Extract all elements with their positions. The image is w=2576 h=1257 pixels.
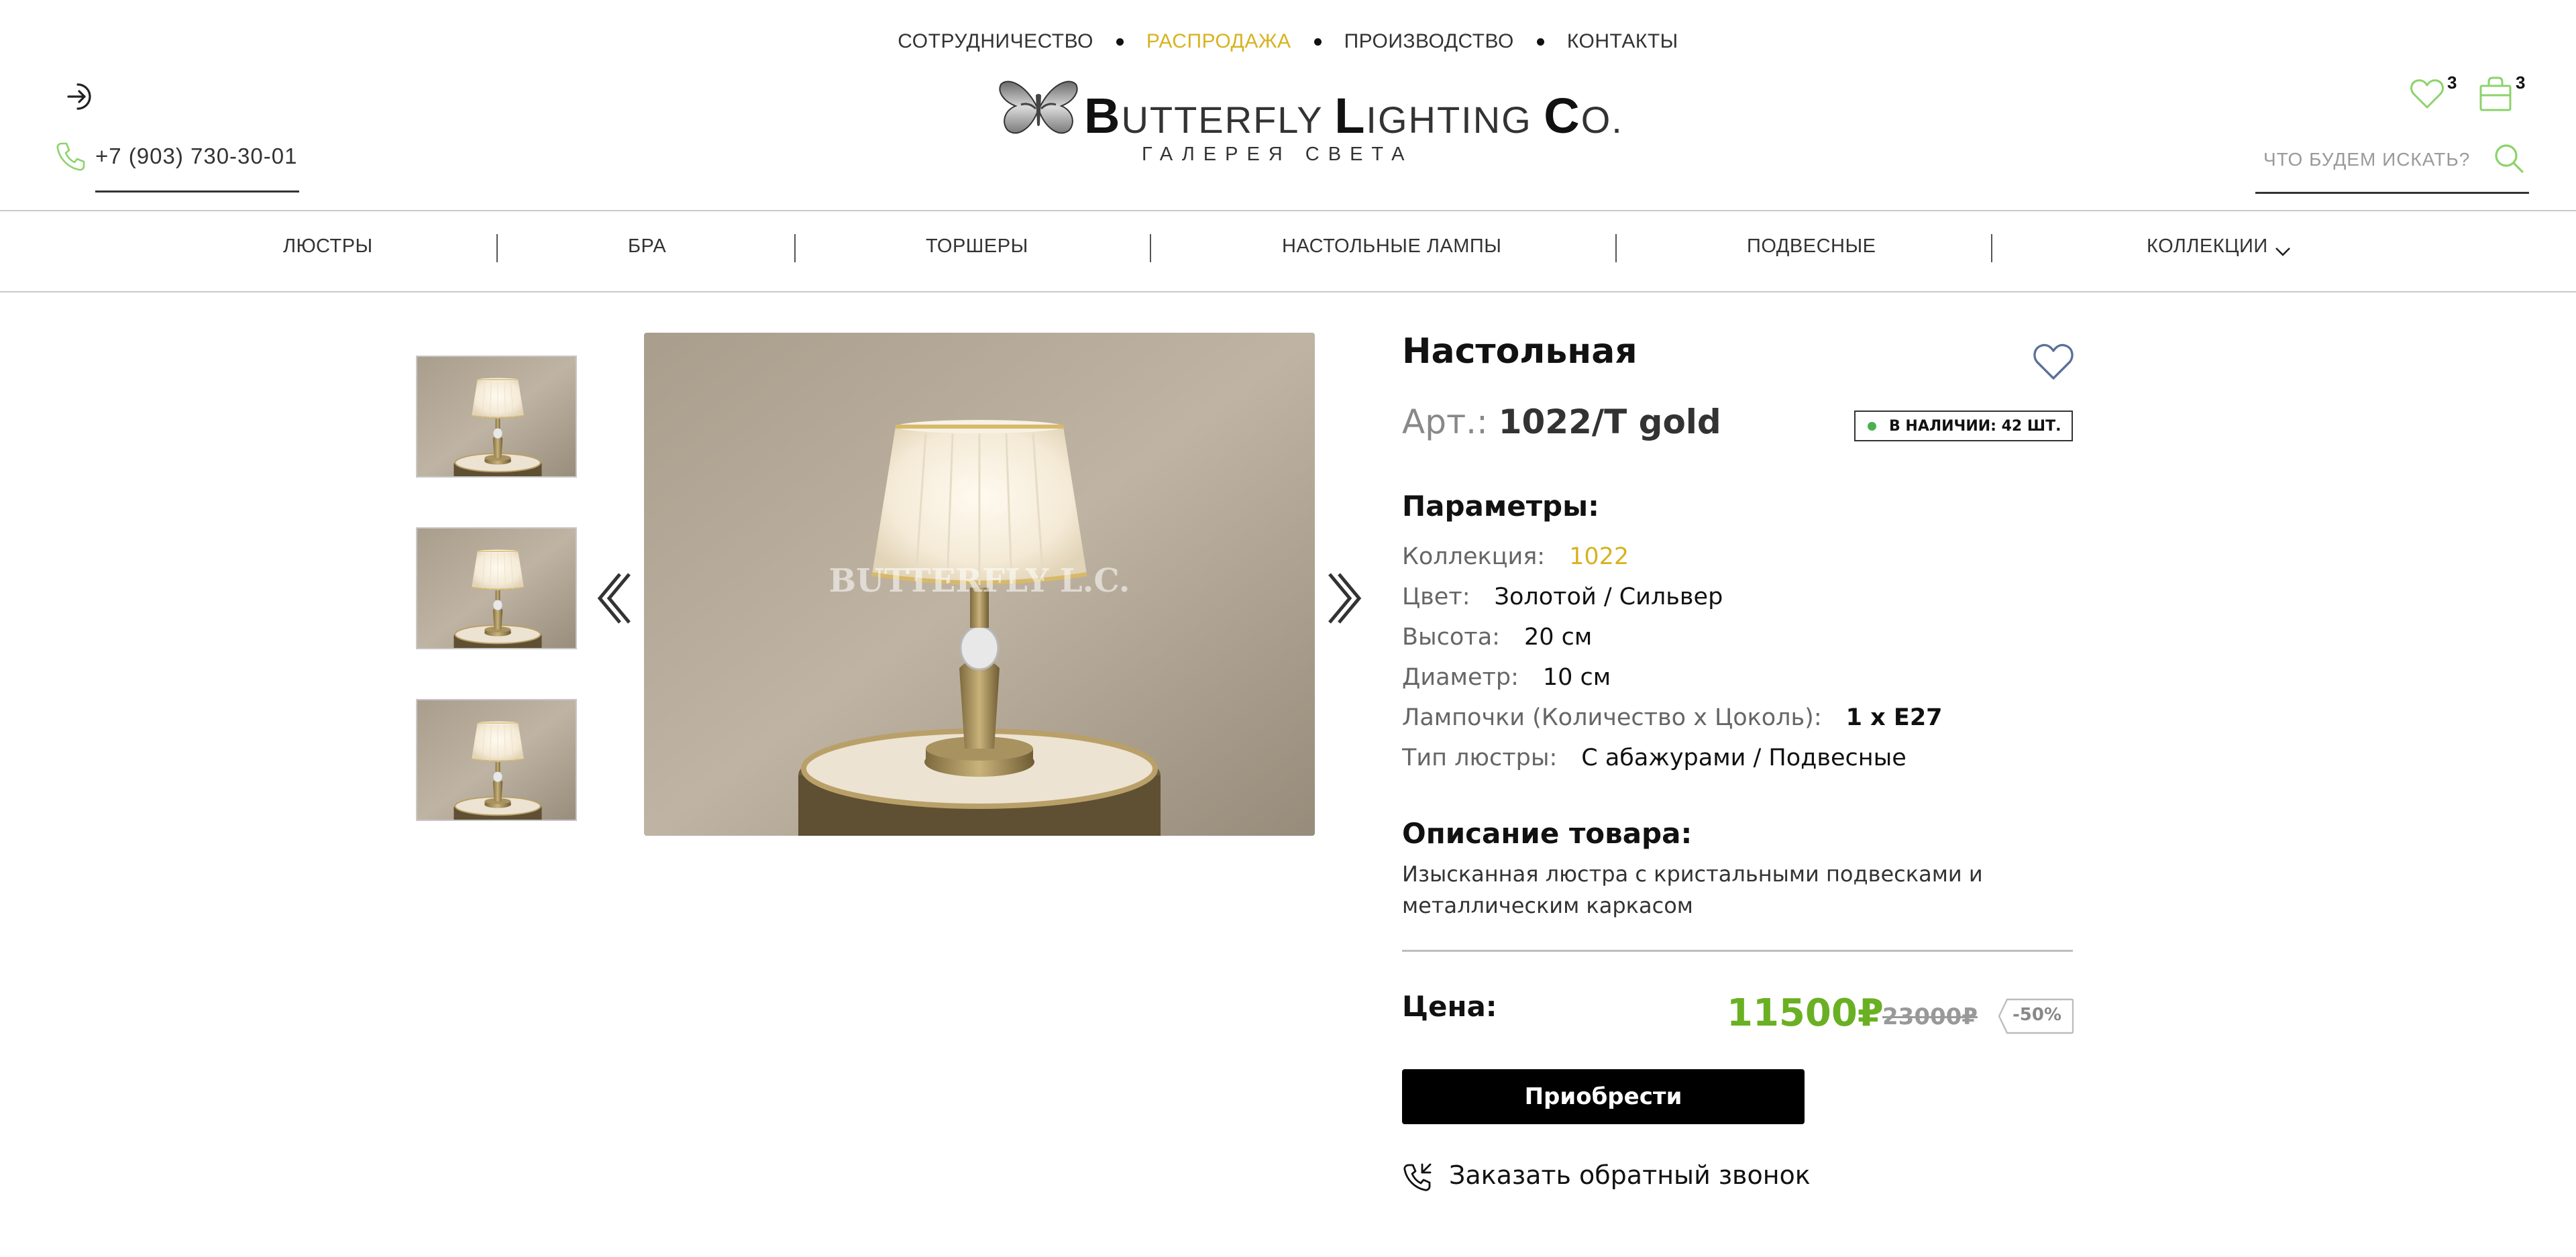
category-separator <box>1150 234 1151 262</box>
category-collections[interactable]: КОЛЛЕКЦИИ <box>2147 235 2291 258</box>
top-nav: СОТРУДНИЧЕСТВО РАСПРОДАЖА ПРОИЗВОДСТВО КОНТ… <box>0 30 2576 53</box>
buy-button[interactable]: Приобрести <box>1402 1069 1805 1124</box>
category-separator <box>1615 234 1617 262</box>
topnav-link-cooperation[interactable]: СОТРУДНИЧЕСТВО <box>898 30 1093 53</box>
category-table-lamps[interactable]: НАСТОЛЬНЫЕ ЛАМПЫ <box>1282 235 1501 258</box>
param-value: С абажурами / Подвесные <box>1581 745 1907 771</box>
price-label: Цена: <box>1402 990 1497 1023</box>
nav-separator-dot <box>1116 38 1124 46</box>
topnav-link-sale[interactable]: РАСПРОДАЖА <box>1146 30 1291 53</box>
search-underline <box>2255 192 2529 194</box>
nav-separator-dot <box>1536 38 1544 46</box>
favorites-count-badge: 3 <box>2447 72 2457 93</box>
param-value: 10 см <box>1542 664 1611 691</box>
product-main-photo[interactable]: BUTTERFLY L.C. <box>644 333 1315 836</box>
price-old: 23000₽ <box>1882 1003 1978 1030</box>
category-collections-label: КОЛЛЕКЦИИ <box>2147 235 2268 257</box>
param-value: Золотой / Сильвер <box>1494 584 1723 610</box>
product-article: Арт.: 1022/T gold <box>1402 402 1721 441</box>
description-heading: Описание товара: <box>1402 817 1693 850</box>
param-key: Диаметр: <box>1402 664 1519 691</box>
category-pendants[interactable]: ПОДВЕСНЫЕ <box>1747 235 1876 258</box>
gallery-thumbnail[interactable] <box>416 527 577 649</box>
topnav-link-production[interactable]: ПРОИЗВОДСТВО <box>1344 30 1514 53</box>
param-row: Лампочки (Количество x Цоколь): 1 x E27 <box>1402 704 1943 731</box>
category-separator <box>794 234 796 262</box>
nav-separator-dot <box>1313 38 1322 46</box>
param-key: Лампочки (Количество x Цоколь): <box>1402 704 1822 731</box>
category-floor-lamps[interactable]: ТОРШЕРЫ <box>926 235 1028 258</box>
add-to-favorites-heart-icon[interactable] <box>2033 342 2074 381</box>
search-box <box>2255 138 2529 195</box>
param-value: 20 см <box>1523 624 1593 651</box>
photo-watermark: BUTTERFLY L.C. <box>829 562 1130 600</box>
phone-underline <box>95 190 299 193</box>
price-current: 11500₽ <box>1727 991 1884 1035</box>
discount-text: -50% <box>2012 1005 2062 1025</box>
divider <box>0 291 2576 292</box>
param-key: Коллекция: <box>1402 543 1546 570</box>
logo-title: BUTTERFLY LIGHTING CO. <box>1084 88 1623 144</box>
category-nav: ЛЮСТРЫ БРА ТОРШЕРЫ НАСТОЛЬНЫЕ ЛАМПЫ ПОДВ… <box>0 211 2576 291</box>
gallery-thumbnail[interactable] <box>416 699 577 821</box>
phone-icon <box>54 140 87 173</box>
phone-number[interactable]: +7 (903) 730-30-01 <box>95 144 297 169</box>
cart-count-badge: 3 <box>2516 72 2526 93</box>
search-icon[interactable] <box>2491 141 2526 176</box>
category-separator <box>496 234 498 262</box>
login-icon[interactable] <box>64 80 97 113</box>
chevron-down-icon <box>2275 241 2291 257</box>
param-key: Высота: <box>1402 624 1500 651</box>
stock-badge: В НАЛИЧИИ: 42 ШТ. <box>1854 411 2073 441</box>
param-row: Диаметр: 10 см <box>1402 664 1611 691</box>
divider <box>1402 950 2073 952</box>
param-row: Цвет: Золотой / Сильвер <box>1402 584 1723 610</box>
param-row: Высота: 20 см <box>1402 624 1592 651</box>
gallery-prev-arrow-icon[interactable] <box>593 570 635 626</box>
stock-dot-icon <box>1868 422 1876 431</box>
article-value: 1022/T gold <box>1498 402 1721 441</box>
param-key: Тип люстры: <box>1402 745 1558 771</box>
logo-subtitle: ГАЛЕРЕЯ СВЕТА <box>1142 144 1413 165</box>
brand-logo[interactable]: BUTTERFLY LIGHTING CO. ГАЛЕРЕЯ СВЕТА <box>997 72 1622 173</box>
callback-label: Заказать обратный звонок <box>1449 1160 1811 1190</box>
topnav-link-contacts[interactable]: КОНТАКТЫ <box>1567 30 1678 53</box>
article-label: Арт.: <box>1402 402 1488 441</box>
phone-callback-icon <box>1402 1162 1433 1193</box>
gallery-next-arrow-icon[interactable] <box>1324 570 1366 626</box>
stock-text: В НАЛИЧИИ: 42 ШТ. <box>1889 418 2061 435</box>
param-value: 1 x E27 <box>1845 704 1943 731</box>
param-key: Цвет: <box>1402 584 1470 610</box>
cart-button[interactable] <box>2478 75 2516 115</box>
gallery-thumbnail[interactable] <box>416 356 577 478</box>
param-row: Тип люстры: С абажурами / Подвесные <box>1402 745 1907 771</box>
category-chandeliers[interactable]: ЛЮСТРЫ <box>283 235 373 258</box>
butterfly-logo-icon <box>997 75 1080 140</box>
param-row: Коллекция: 1022 <box>1402 543 1629 570</box>
product-description: Изысканная люстра с кристальными подвеск… <box>1402 861 1983 918</box>
category-sconces[interactable]: БРА <box>628 235 666 258</box>
discount-tag: -50% <box>1998 998 2074 1034</box>
product-title: Настольная <box>1402 331 1638 372</box>
params-heading: Параметры: <box>1402 490 1599 523</box>
search-input[interactable] <box>2263 141 2485 178</box>
favorites-button[interactable] <box>2410 78 2450 115</box>
category-separator <box>1991 234 1992 262</box>
param-value-collection-link[interactable]: 1022 <box>1569 543 1629 570</box>
